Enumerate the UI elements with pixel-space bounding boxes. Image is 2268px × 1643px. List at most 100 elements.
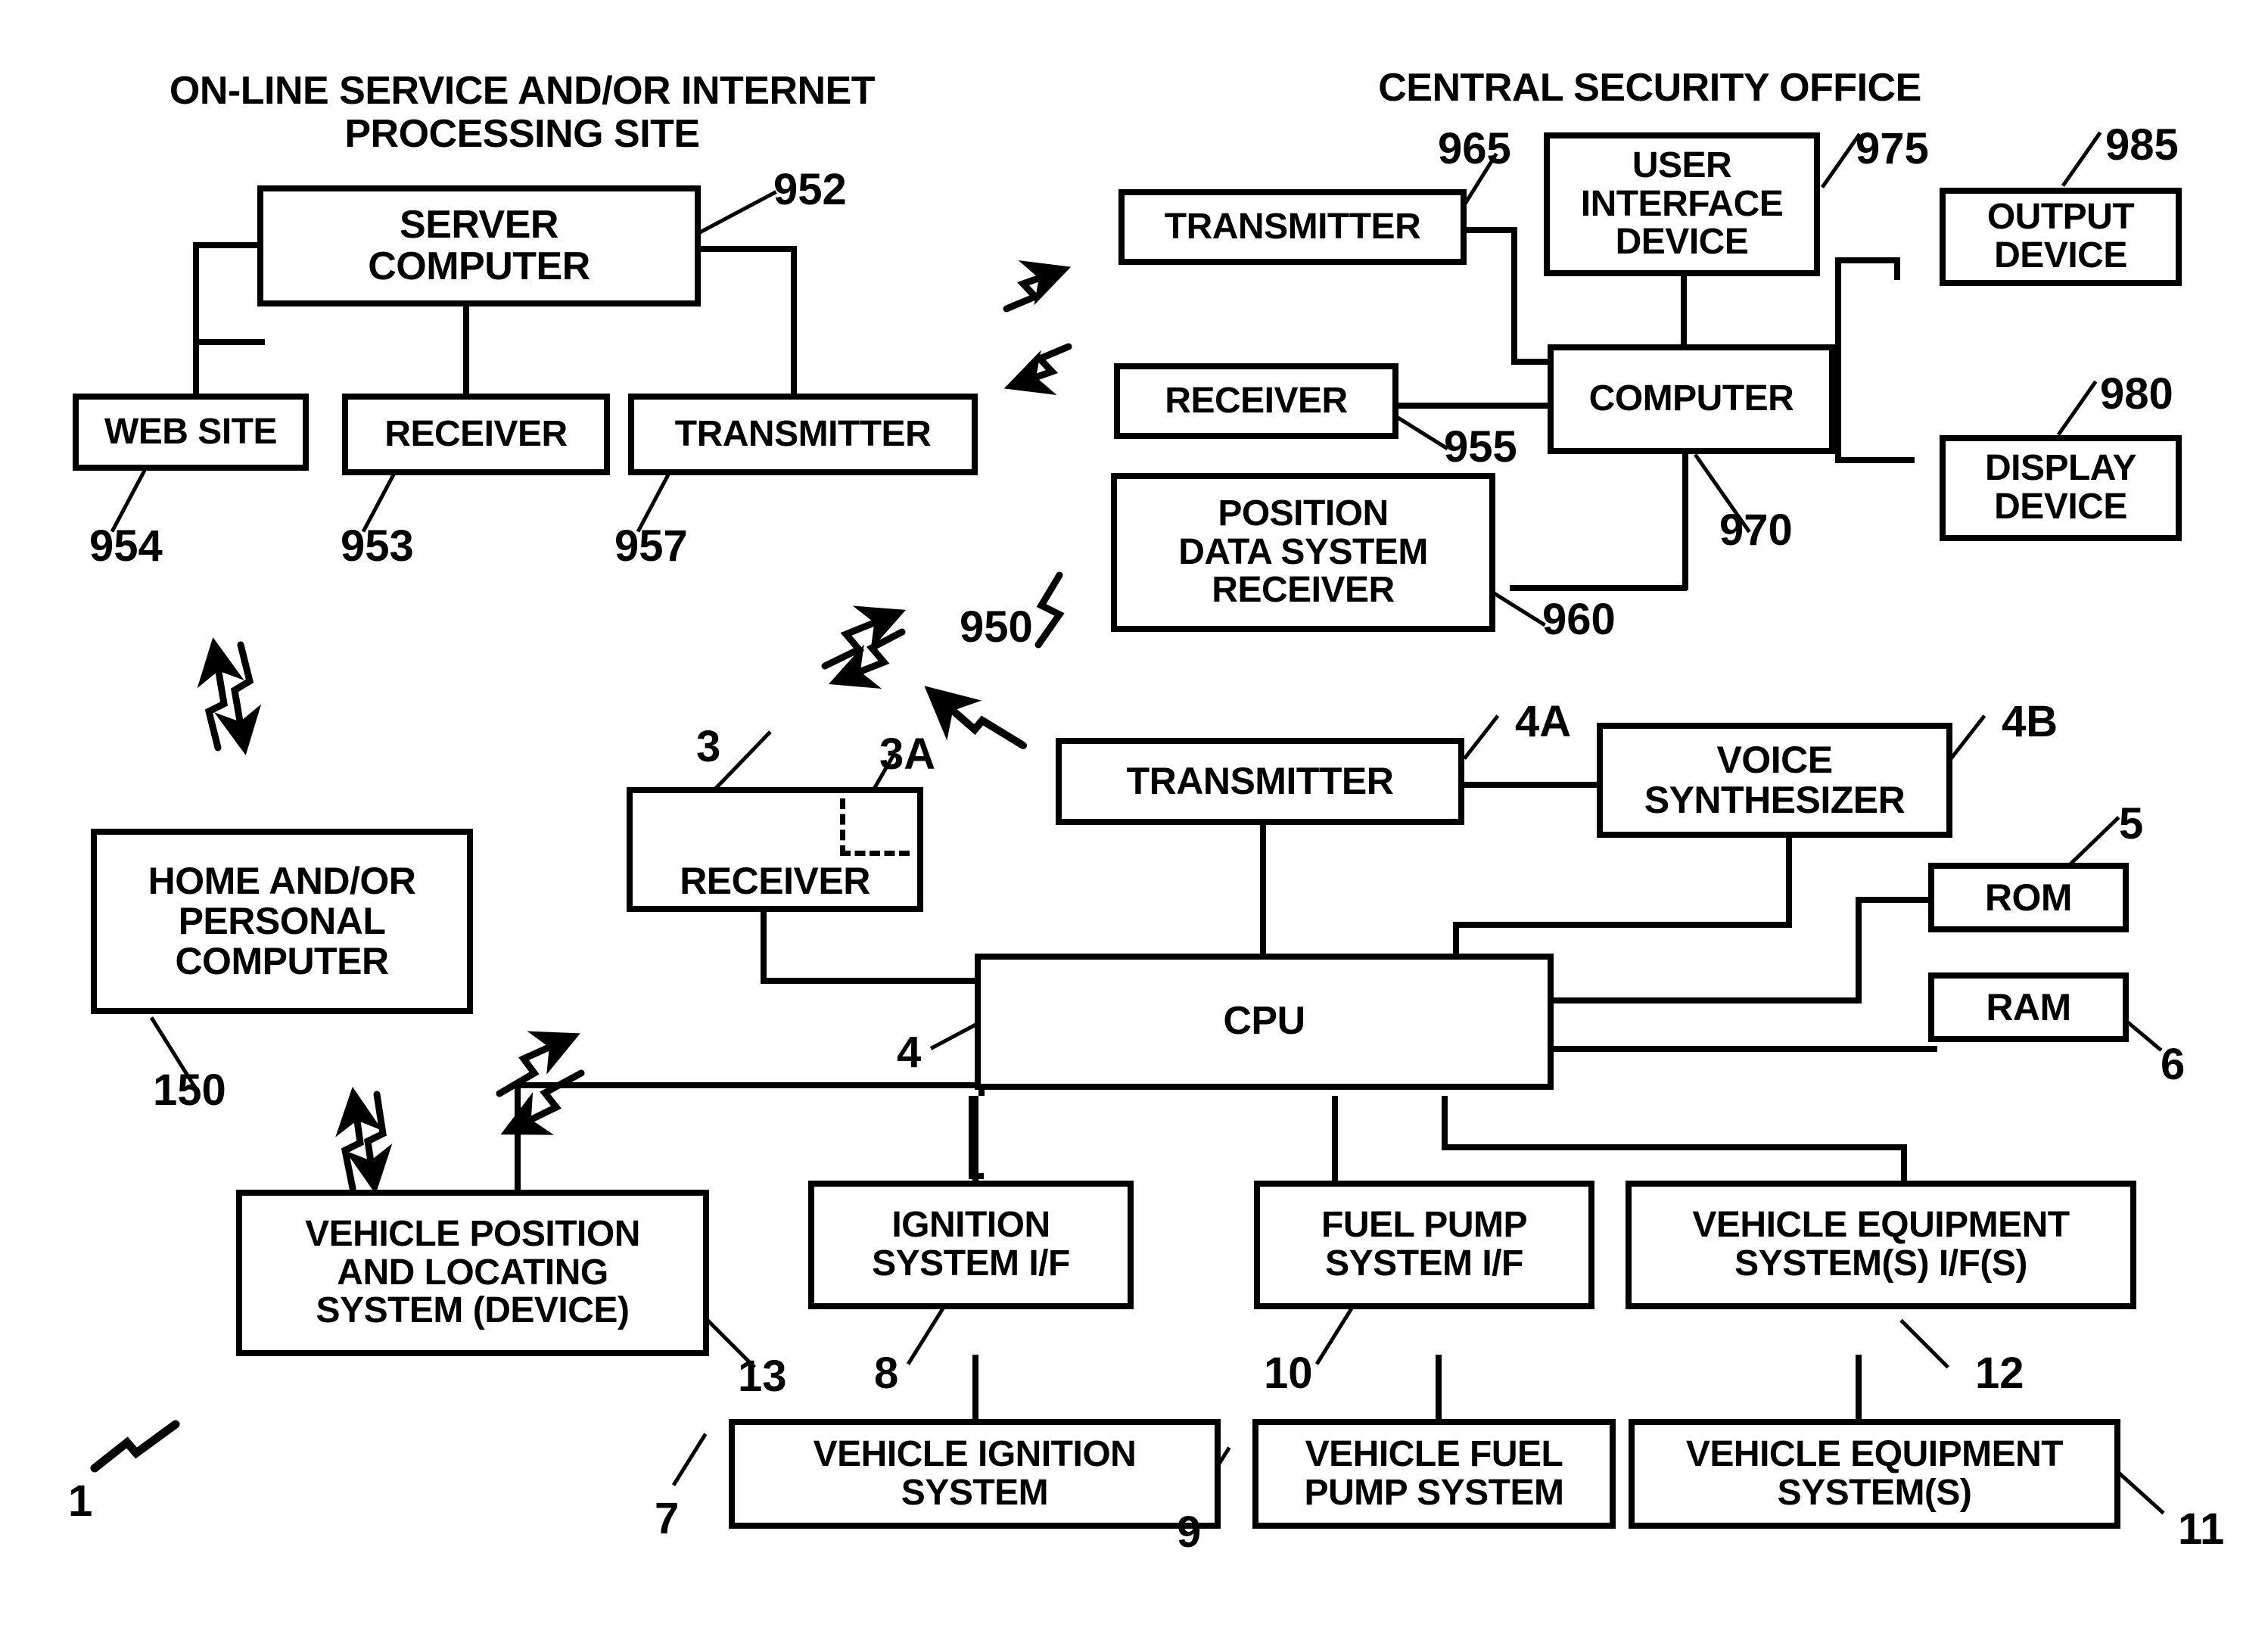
wire-rom-h (1856, 897, 1935, 903)
refnum-7: 7 (655, 1494, 680, 1543)
box-transmitter-cso: TRANSMITTER (1118, 189, 1467, 265)
panel3-edge-right (2209, 658, 2216, 1400)
box-user-interface-device: USER INTERFACE DEVICE (1544, 132, 1820, 276)
panel-edge-left (59, 45, 66, 583)
refnum-150: 150 (153, 1066, 226, 1115)
refnum-955: 955 (1444, 422, 1517, 471)
wire-cpu-to-vpls-h (515, 1082, 984, 1088)
refnum-3a: 3A (879, 730, 936, 779)
wire-outputdev-down (1894, 257, 1900, 280)
refnum-10: 10 (1264, 1349, 1313, 1398)
box-rom: ROM (1928, 863, 2129, 932)
box-vehicle-equipment-systems-if: VEHICLE EQUIPMENT SYSTEM(S) I/F(S) (1626, 1181, 2136, 1309)
box-home-personal-computer: HOME AND/OR PERSONAL COMPUTER (91, 829, 473, 1014)
wire-server-left-stub (193, 339, 199, 400)
refnum-954: 954 (89, 521, 163, 571)
wire-cpu-to-fuel (1332, 1096, 1338, 1185)
wire-voice-to-cpu-h (1453, 922, 1792, 928)
wire-transmitter-cso-down (1511, 227, 1517, 365)
box-output-device: OUTPUT DEVICE (1940, 188, 2182, 286)
wire-uid-to-computer (1681, 271, 1687, 356)
box-position-data-system-receiver: POSITION DATA SYSTEM RECEIVER (1111, 473, 1495, 632)
refnum-975: 975 (1856, 124, 1929, 173)
refnum-8: 8 (874, 1349, 899, 1398)
box-transmitter-vehicle: TRANSMITTER (1056, 738, 1464, 825)
box-vehicle-fuel-pump-system: VEHICLE FUEL PUMP SYSTEM (1252, 1419, 1616, 1529)
wire-cpu-to-equip-v (1442, 1096, 1448, 1150)
panel-title-central-security-office: CENTRAL SECURITY OFFICE (1378, 66, 1921, 110)
wire-computer-to-outputdev (1835, 257, 1900, 263)
wire-cpu-to-equip-h (1442, 1144, 1907, 1150)
patent-figure: ON-LINE SERVICE AND/OR INTERNET PROCESSI… (0, 0, 2268, 1643)
panel2-edge-right (2209, 44, 2216, 642)
box-web-site: WEB SITE (73, 394, 309, 471)
wire-display-riser (1835, 412, 1841, 461)
wire-server-to-transmitter (791, 246, 797, 397)
wire-websitebranch-h (193, 242, 261, 248)
wire-cpu-to-rom (1551, 997, 1862, 1004)
refnum-4: 4 (897, 1028, 922, 1077)
wire-ignition-if-down (972, 1096, 978, 1185)
panel-edge-right (983, 45, 990, 583)
panel2-edge-bottom (1081, 635, 2216, 642)
refnum-5: 5 (2119, 799, 2144, 848)
panel3-edge-bottom (59, 1393, 2216, 1400)
box-transmitter-online: TRANSMITTER (628, 394, 978, 475)
box-voice-synthesizer: VOICE SYNTHESIZER (1597, 723, 1952, 838)
refnum-950: 950 (960, 602, 1033, 652)
wire-voice-to-cpu-v (1453, 922, 1459, 958)
refnum-952: 952 (773, 165, 847, 214)
wire-computer-right-riser (1835, 257, 1841, 416)
box-ignition-system-if: IGNITION SYSTEM I/F (808, 1181, 1134, 1309)
rf-bolt-site-to-cso (1003, 260, 1072, 396)
wire-cpu-to-ram (1551, 1046, 1937, 1052)
refnum-13: 13 (738, 1352, 787, 1401)
panel3-edge-top (59, 658, 2216, 665)
wire-voice-down (1786, 836, 1792, 927)
box-display-device: DISPLAY DEVICE (1940, 435, 2182, 541)
inner-dashed-marker-3a (840, 798, 910, 856)
wire-rom-v (1856, 897, 1862, 1003)
refnum-1: 1 (68, 1477, 93, 1526)
wire-transmitter-vehicle-to-cpu (1260, 825, 1266, 955)
wire-computer-to-pds (1682, 450, 1688, 590)
refnum-953: 953 (341, 521, 414, 571)
wire-transmitter-cso-out (1463, 227, 1517, 233)
refnum-4a: 4A (1515, 697, 1572, 746)
wire-receiver-vehicle-down (761, 912, 767, 984)
refnum-9: 9 (1177, 1508, 1202, 1557)
wire-receiver-vehicle-to-cpu (761, 978, 975, 984)
panel2-edge-left (1081, 44, 1087, 642)
refnum-985: 985 (2105, 120, 2179, 170)
box-server-computer: SERVER COMPUTER (257, 185, 701, 307)
wire-transmitter-to-voice (1464, 782, 1601, 788)
refnum-957: 957 (614, 521, 688, 571)
wire-server-to-receiver (463, 303, 469, 397)
ref-hook-1 (90, 1420, 180, 1473)
refnum-980: 980 (2100, 369, 2173, 419)
box-computer-cso: COMPUTER (1548, 344, 1835, 454)
wire-cpu-to-vpls-v1 (515, 1082, 521, 1192)
box-vehicle-ignition-system: VEHICLE IGNITION SYSTEM (729, 1419, 1221, 1529)
wire-receiver-cso-to-computer (1396, 403, 1557, 409)
wire-server-right-join (700, 246, 797, 252)
box-vehicle-position-locating: VEHICLE POSITION AND LOCATING SYSTEM (DE… (236, 1190, 709, 1356)
leader-7 (671, 1433, 708, 1486)
panel-title-online-service: ON-LINE SERVICE AND/OR INTERNET PROCESSI… (169, 69, 876, 157)
box-receiver-cso: RECEIVER (1114, 363, 1398, 439)
wire-equip-if-down (1901, 1144, 1907, 1185)
refnum-6: 6 (2161, 1040, 2186, 1089)
refnum-965: 965 (1438, 124, 1511, 173)
box-cpu: CPU (975, 954, 1554, 1090)
wire-computer-to-displaydev (1835, 457, 1915, 463)
wire-server-left-join (193, 339, 265, 345)
panel2-edge-top (1081, 44, 2216, 51)
panel-edge-bottom (59, 576, 990, 583)
wire-pds-to-computer (1510, 585, 1687, 591)
refnum-970: 970 (1719, 506, 1793, 555)
box-fuel-pump-system-if: FUEL PUMP SYSTEM I/F (1254, 1181, 1594, 1309)
box-ram: RAM (1928, 972, 2129, 1042)
refnum-11: 11 (2178, 1505, 2225, 1554)
leader-11 (2116, 1470, 2165, 1515)
refnum-960: 960 (1542, 595, 1616, 644)
